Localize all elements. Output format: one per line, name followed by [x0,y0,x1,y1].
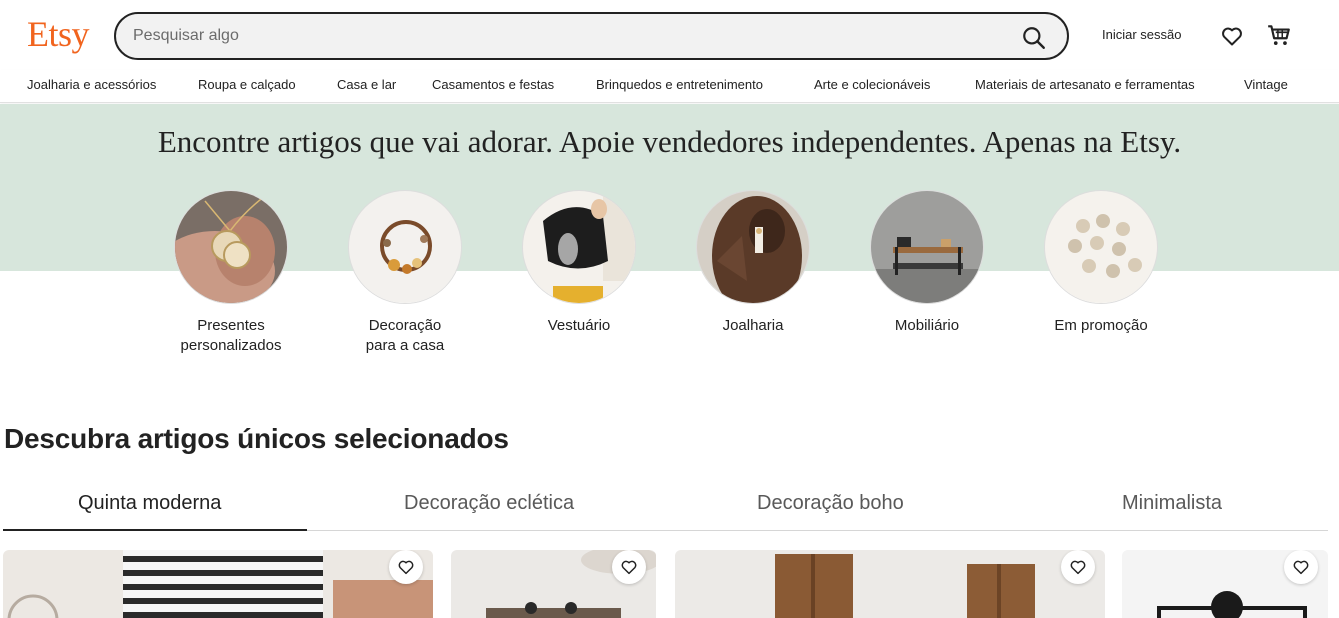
nav-item-toys[interactable]: Brinquedos e entretenimento [596,77,763,92]
search-bar [114,12,1069,60]
heart-icon [1070,560,1086,575]
category-image [870,190,984,304]
product-card[interactable] [3,550,433,618]
tab-boho-decor[interactable]: Decoração boho [757,492,904,515]
header: Etsy Iniciar sessão [0,0,1339,70]
heart-icon [621,560,637,575]
product-image [675,550,1105,618]
hero-title: Encontre artigos que vai adorar. Apoie v… [157,124,1182,159]
heart-icon [398,560,414,575]
category-personalized-gifts[interactable]: Presentes personalizados [161,190,301,356]
category-image [174,190,288,304]
tab-modern-farmhouse[interactable]: Quinta moderna [78,492,221,515]
category-label: Presentes personalizados [180,317,282,354]
category-furniture[interactable]: Mobiliário [857,190,997,336]
category-home-decor[interactable]: Decoração para a casa [335,190,475,356]
category-clothing[interactable]: Vestuário [509,190,649,336]
category-label: Mobiliário [894,317,960,334]
nav-item-vintage[interactable]: Vintage [1244,77,1288,92]
tab-minimalist[interactable]: Minimalista [1122,492,1222,515]
etsy-logo[interactable]: Etsy [27,14,90,54]
nav-item-weddings[interactable]: Casamentos e festas [432,77,554,92]
nav-item-jewelry[interactable]: Joalharia e acessórios [27,77,156,92]
category-nav: Joalharia e acessórios Roupa e calçado C… [0,70,1339,103]
product-card[interactable] [1122,550,1328,618]
heart-icon[interactable] [1219,24,1245,48]
category-label: Vestuário [547,317,611,334]
search-icon[interactable] [1021,25,1047,51]
category-label: Em promoção [1054,317,1148,334]
active-tab-indicator [3,529,307,531]
nav-item-home[interactable]: Casa e lar [337,77,396,92]
tab-eclectic-decor[interactable]: Decoração eclética [404,492,574,515]
cart-icon[interactable] [1266,22,1292,48]
nav-item-art[interactable]: Arte e colecionáveis [814,77,930,92]
favorite-button[interactable] [1284,550,1318,584]
search-input[interactable] [133,24,993,48]
nav-item-clothing[interactable]: Roupa e calçado [198,77,296,92]
category-image [696,190,810,304]
category-image [522,190,636,304]
product-card[interactable] [451,550,656,618]
category-jewelry[interactable]: Joalharia [683,190,823,336]
category-image [1044,190,1158,304]
favorite-button[interactable] [389,550,423,584]
product-card[interactable] [675,550,1105,618]
signin-button[interactable]: Iniciar sessão [1102,27,1181,42]
heart-icon [1293,560,1309,575]
category-image [348,190,462,304]
favorite-button[interactable] [612,550,646,584]
category-label: Joalharia [722,317,784,334]
product-image [3,550,433,618]
discover-tabs: Quinta moderna Decoração eclética Decora… [3,478,1328,531]
category-on-sale[interactable]: Em promoção [1031,190,1171,336]
favorite-button[interactable] [1061,550,1095,584]
category-label: Decoração para a casa [365,317,445,354]
section-title: Descubra artigos únicos selecionados [4,423,509,454]
nav-item-craft-supplies[interactable]: Materiais de artesanato e ferramentas [975,77,1195,92]
